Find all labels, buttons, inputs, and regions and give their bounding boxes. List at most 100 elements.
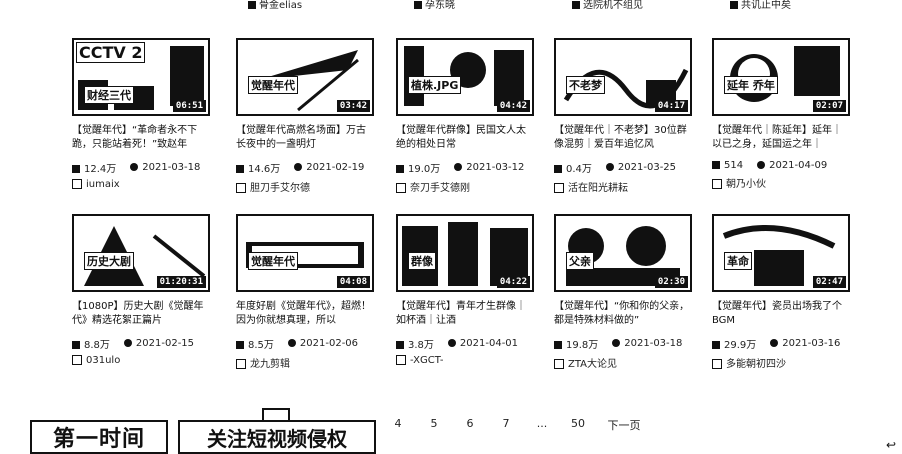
clock-icon [294,163,303,171]
uploader-name: 胆刀手艾尔德 [250,183,310,194]
previous-row-uploader[interactable]: 孕东晓 [414,0,455,11]
video-thumbnail[interactable]: 革命 02:47 [712,214,850,292]
video-card[interactable]: 群像 04:22 【觉醒年代】青年才生群像｜如杯酒｜让酒 3.8万 2021-04-01… [396,214,534,366]
upload-date-text: 2021-02-06 [299,338,359,349]
upload-date-text: 2021-04-09 [769,160,828,171]
previous-row-uploader-name: 共讥止中矣 [741,0,791,11]
video-meta: 14.6万 2021-02-19 [236,160,372,175]
duration-badge: 02:07 [812,100,846,112]
video-card[interactable]: 父亲 02:30 【觉醒年代】“你和你的父亲，都是特殊材料做的” 19.8万 2021-… [554,214,692,370]
uploader-icon [396,355,406,365]
uploader-name: -XGCT- [410,355,444,366]
thumbnail-caption: 历史大剧 [84,252,134,270]
video-thumbnail[interactable]: 觉醒年代 04:08 [236,214,374,292]
video-thumbnail[interactable]: 延年 乔年 02:07 [712,38,850,116]
video-card[interactable]: 革命 02:47 【觉醒年代】瓷员出场我了个BGM 29.9万 2021-03-16 多能… [712,214,850,370]
video-title[interactable]: 【觉醒年代】瓷员出场我了个BGM [712,300,848,328]
duration-badge: 03:42 [336,100,370,112]
view-count: 0.4万 [554,160,592,175]
user-icon [572,1,580,9]
clock-icon [130,163,139,171]
thumbnail-caption: 财经三代 [84,86,134,104]
page-50-button[interactable]: 50 [560,417,596,433]
user-icon [730,1,738,9]
view-count: 3.8万 [396,336,434,351]
uploader-link[interactable]: ZTA大论见 [554,355,690,370]
video-title[interactable]: 【1080P】历史大剧《觉醒年代》精选花絮正篇片 [72,300,208,328]
duration-badge: 01:20:31 [156,276,206,288]
play-count-icon [72,341,80,349]
page-7-button[interactable]: 7 [488,417,524,433]
next-page-button[interactable]: 下一页 [596,417,652,433]
video-title[interactable]: 【觉醒年代】“你和你的父亲，都是特殊材料做的” [554,300,690,328]
upload-date: 2021-03-18 [612,338,682,349]
video-thumbnail[interactable]: 觉醒年代 03:42 [236,38,374,116]
watermark-slogan: 关注短视频侵权 [178,420,376,454]
uploader-link[interactable]: 多能朝初四沙 [712,355,848,370]
uploader-icon [712,359,722,369]
video-thumbnail[interactable]: 父亲 02:30 [554,214,692,292]
view-count: 514 [712,160,743,171]
page-4-button[interactable]: 4 [380,417,416,433]
thumbnail-caption: 不老梦 [566,76,605,94]
video-meta: 3.8万 2021-04-01 [396,336,532,351]
video-title[interactable]: 【觉醒年代】“革命者永不下跪，只能站着死！”致赵年 [72,124,208,152]
uploader-link[interactable]: 活在阳光耕耘 [554,179,690,194]
uploader-link[interactable]: 031ulo [72,355,208,366]
uploader-name: iumaix [86,179,120,190]
uploader-name: 朝乃小伙 [726,179,766,190]
video-card[interactable]: 觉醒年代 03:42 【觉醒年代高燃名场面】万古长夜中的一盏明灯 14.6万 2021-… [236,38,374,194]
video-title[interactable]: 【觉醒年代高燃名场面】万古长夜中的一盏明灯 [236,124,372,152]
view-count: 19.0万 [396,160,440,175]
video-card[interactable]: CCTV 2 财经三代 06:51 【觉醒年代】“革命者永不下跪，只能站着死！”致赵年… [72,38,210,190]
user-icon [414,1,422,9]
uploader-link[interactable]: -XGCT- [396,355,532,366]
play-count-icon [712,341,720,349]
upload-date-text: 2021-03-16 [782,338,841,349]
previous-row-uploader-name: 孕东晓 [425,0,455,11]
video-thumbnail[interactable]: 群像 04:22 [396,214,534,292]
pagination: 4 5 6 7... 50 下一页 [380,417,652,433]
clock-icon [605,163,614,171]
view-count-text: 29.9万 [724,340,757,351]
video-title[interactable]: 【觉醒年代｜不老梦】30位群像混剪｜爱百年追忆风 [554,124,690,152]
uploader-link[interactable]: 奈刀手艾德刚 [396,179,532,194]
uploader-name: 龙九剪辑 [250,359,290,370]
view-count-text: 3.8万 [408,340,434,351]
video-card[interactable]: 延年 乔年 02:07 【觉醒年代｜陈延年】延年｜以已之身，延国运之年｜ 514 202… [712,38,850,190]
video-card[interactable]: 植株.JPG 04:42 【觉醒年代群像】民国文人太绝的相处日常 19.0万 2021-… [396,38,534,194]
video-card[interactable]: 觉醒年代 04:08 年度好剧《觉醒年代》，超燃！因为你就想真理，所以 8.5万 202… [236,214,374,370]
footer-watermark-bar: 第一时间 关注短视频侵权 4 5 6 7... 50 下一页 ↩ [0,404,902,454]
duration-badge: 06:51 [172,100,206,112]
previous-row-uploader[interactable]: 共讥止中矣 [730,0,791,11]
upload-date: 2021-04-01 [447,338,518,349]
uploader-link[interactable]: iumaix [72,179,208,190]
video-title[interactable]: 【觉醒年代｜陈延年】延年｜以已之身，延国运之年｜ [712,124,848,152]
video-title[interactable]: 【觉醒年代群像】民国文人太绝的相处日常 [396,124,532,152]
video-meta: 514 2021-04-09 [712,160,848,171]
view-count-text: 514 [724,160,744,171]
uploader-icon [236,183,246,193]
video-thumbnail[interactable]: 历史大剧 01:20:31 [72,214,210,292]
video-title[interactable]: 【觉醒年代】青年才生群像｜如杯酒｜让酒 [396,300,532,328]
uploader-link[interactable]: 胆刀手艾尔德 [236,179,372,194]
clock-icon [287,339,296,347]
video-thumbnail[interactable]: 植株.JPG 04:42 [396,38,534,116]
clock-icon [123,339,132,347]
previous-row-uploader[interactable]: 选院机不组见 [572,0,643,11]
video-card[interactable]: 历史大剧 01:20:31 【1080P】历史大剧《觉醒年代》精选花絮正篇片 8.8万… [72,214,210,366]
channel-logo: CCTV 2 [76,42,146,63]
uploader-link[interactable]: 龙九剪辑 [236,355,372,370]
video-thumbnail[interactable]: 不老梦 04:17 [554,38,692,116]
page-6-button[interactable]: 6 [452,417,488,433]
video-thumbnail[interactable]: CCTV 2 财经三代 06:51 [72,38,210,116]
previous-row-uploader[interactable]: 骨金elias [248,0,302,11]
video-title[interactable]: 年度好剧《觉醒年代》，超燃！因为你就想真理，所以 [236,300,372,328]
play-count-icon [396,341,404,349]
page-5-button[interactable]: 5 [416,417,452,433]
video-card[interactable]: 不老梦 04:17 【觉醒年代｜不老梦】30位群像混剪｜爱百年追忆风 0.4万 2021… [554,38,692,194]
play-count-icon [554,341,562,349]
uploader-link[interactable]: 朝乃小伙 [712,175,848,190]
uploader-icon [554,359,564,369]
previous-row-tail: 骨金elias 孕东晓 选院机不组见 共讥止中矣 [0,0,902,12]
